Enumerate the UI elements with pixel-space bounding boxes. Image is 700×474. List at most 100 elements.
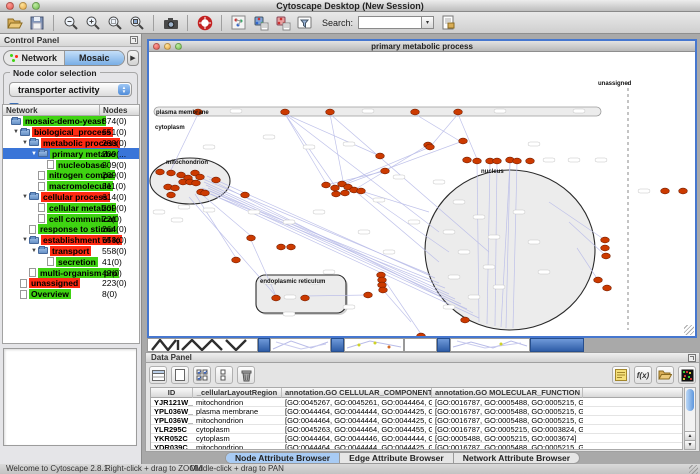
function-builder-icon[interactable]: f(x) (634, 366, 652, 384)
tree-column-network[interactable]: Network (3, 105, 100, 115)
graph-edge[interactable] (430, 114, 458, 147)
graph-node[interactable] (661, 188, 670, 194)
zoom-window-button[interactable] (32, 2, 40, 10)
graph-node[interactable] (493, 158, 502, 164)
search-input[interactable] (358, 16, 422, 29)
graph-node[interactable] (461, 317, 470, 323)
close-button[interactable] (153, 43, 160, 50)
minimize-button[interactable] (164, 43, 171, 50)
import-attributes-icon[interactable] (656, 366, 674, 384)
table-scrollbar[interactable]: ▲ ▼ (684, 387, 696, 450)
graph-node[interactable] (376, 153, 385, 159)
background-window-edge[interactable] (437, 338, 450, 352)
graph-edge[interactable] (199, 192, 251, 236)
tree-row-primary-metabo[interactable]: ▼primary metabo209(... (3, 148, 139, 159)
graph-node[interactable] (326, 109, 335, 115)
tree-row-cellular-metabol[interactable]: cellular metabol209(0) (3, 202, 139, 213)
column-header-annotation-go-cellular-component[interactable]: annotation.GO CELLULAR_COMPONENT (282, 388, 432, 398)
expand-arrow-icon[interactable]: ▼ (30, 151, 38, 157)
tree-row-metabolic-process[interactable]: ▼metabolic process280(0) (3, 138, 139, 149)
window-resize-grip[interactable] (689, 465, 698, 474)
graph-node[interactable] (272, 295, 281, 301)
graph-node[interactable] (594, 277, 603, 283)
network-view-window[interactable]: primary metabolic process plasma membran… (147, 39, 697, 338)
advanced-search-icon[interactable] (439, 14, 456, 31)
background-window-sliver[interactable] (270, 338, 331, 352)
tree-row-macromolecule[interactable]: macromolecule311(0) (3, 181, 139, 192)
graph-node[interactable] (357, 188, 366, 194)
zoom-window-button[interactable] (175, 43, 182, 50)
tab-node-attribute-browser[interactable]: Node Attribute Browser (226, 453, 339, 463)
open-session-icon[interactable] (6, 14, 23, 31)
expand-arrow-icon[interactable]: ▼ (21, 237, 29, 243)
expand-arrow-icon[interactable]: ▼ (12, 129, 20, 135)
tree-row-overview[interactable]: Overview8(0) (3, 289, 139, 300)
graph-node[interactable] (196, 174, 205, 180)
save-session-icon[interactable] (28, 14, 45, 31)
zoom-selected-icon[interactable] (106, 14, 123, 31)
graph-edge[interactable] (342, 147, 430, 184)
tree-row-transport[interactable]: ▼transport558(0) (3, 246, 139, 257)
tree-row-response-to-stimul[interactable]: response to stimul264(0) (3, 224, 139, 235)
zoom-out-icon[interactable] (62, 14, 79, 31)
graph-node[interactable] (379, 287, 388, 293)
background-window-edge[interactable] (258, 338, 270, 352)
scroll-up-icon[interactable]: ▲ (685, 431, 695, 440)
column-header-id[interactable]: ID (151, 388, 193, 398)
select-all-attributes-icon[interactable] (193, 366, 211, 384)
tree-row-unassigned[interactable]: unassigned223(0) (3, 278, 139, 289)
search-dropdown-arrow-icon[interactable]: ▾ (422, 16, 434, 29)
close-button[interactable] (6, 2, 14, 10)
graph-node[interactable] (331, 185, 340, 191)
graph-node[interactable] (247, 235, 256, 241)
graph-node[interactable] (603, 285, 612, 291)
snapshot-icon[interactable] (162, 14, 179, 31)
graph-node[interactable] (212, 177, 221, 183)
tree-row-establishment-of-lo[interactable]: ▼establishment of lo558(0) (3, 235, 139, 246)
graph-node[interactable] (679, 188, 688, 194)
graph-node[interactable] (281, 109, 290, 115)
tree-row-cell-communicat[interactable]: cell communicat22(0) (3, 213, 139, 224)
graph-edge[interactable] (354, 190, 439, 262)
tree-row-cellular-process[interactable]: ▼cellular process614(0) (3, 192, 139, 203)
tree-column-nodes[interactable]: Nodes (100, 105, 139, 115)
graph-node[interactable] (454, 109, 463, 115)
graph-edge[interactable] (195, 194, 236, 258)
window-titlebar[interactable]: Cytoscape Desktop (New Session) (0, 0, 700, 12)
help-icon[interactable] (196, 14, 213, 31)
graph-node[interactable] (601, 245, 610, 251)
graph-node[interactable] (201, 190, 210, 196)
graph-node[interactable] (322, 182, 331, 188)
tree-row-biological-process[interactable]: ▼biological_process651(0) (3, 127, 139, 138)
graph-edge[interactable] (361, 191, 429, 212)
graph-edge[interactable] (285, 114, 439, 232)
birds-eye-view[interactable] (3, 348, 137, 446)
tree-row-secretion[interactable]: secretion41(0) (3, 256, 139, 267)
graph-node[interactable] (301, 295, 310, 301)
background-window-sliver[interactable] (147, 338, 258, 352)
minimize-button[interactable] (19, 2, 27, 10)
tab-mosaic[interactable]: Mosaic (64, 51, 125, 65)
graph-node[interactable] (341, 190, 350, 196)
graph-node[interactable] (602, 253, 611, 259)
graph-node[interactable] (241, 192, 250, 198)
attribute-notes-icon[interactable] (612, 366, 630, 384)
network-canvas[interactable]: plasma membranecytoplasmmitochondrionnuc… (149, 52, 695, 336)
graph-edge[interactable] (458, 114, 477, 159)
background-window-edge[interactable] (331, 338, 344, 352)
graph-node[interactable] (156, 169, 165, 175)
graph-node[interactable] (381, 168, 390, 174)
graph-edge[interactable] (415, 114, 463, 143)
attribute-matrix-icon[interactable] (678, 366, 696, 384)
graph-node[interactable] (277, 244, 286, 250)
float-panel-icon[interactable] (130, 36, 138, 44)
expand-arrow-icon[interactable]: ▼ (21, 140, 29, 146)
graph-node[interactable] (459, 138, 468, 144)
column-header-annotation-go-molecular-function[interactable]: annotation.GO MOLECULAR_FUNCTION (432, 388, 583, 398)
graph-node[interactable] (364, 292, 373, 298)
table-row-ydr039c-1[interactable]: YDR039C__1mitochondrion[GO:0044464, GO:0… (151, 443, 682, 450)
tree-row-nitrogen-compo[interactable]: nitrogen compo209(0) (3, 170, 139, 181)
graph-node[interactable] (417, 333, 426, 336)
graph-node[interactable] (426, 144, 435, 150)
tab-edge-attribute-browser[interactable]: Edge Attribute Browser (339, 453, 453, 463)
